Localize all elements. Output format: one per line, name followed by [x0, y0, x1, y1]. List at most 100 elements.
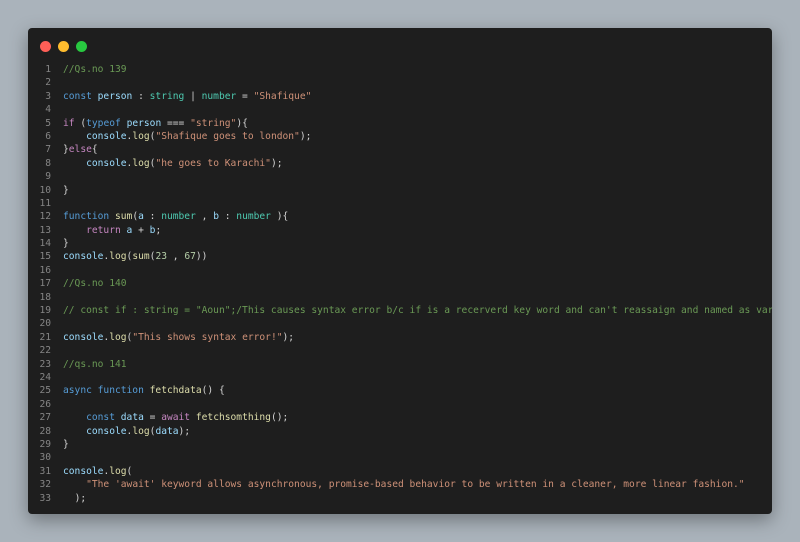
line-number: 19 [39, 305, 51, 317]
code-line: 24 [28, 371, 772, 384]
code-token: ); [282, 331, 295, 343]
code-token: = [143, 412, 162, 424]
line-text: return a + b; [51, 224, 772, 237]
close-dot-icon[interactable] [40, 41, 51, 52]
code-token: sum [114, 211, 133, 223]
code-line: 18 [28, 291, 772, 304]
line-text [51, 264, 772, 277]
code-token: console [86, 425, 127, 437]
code-token: console [86, 157, 127, 169]
line-number: 31 [39, 465, 51, 477]
line-text [51, 371, 772, 384]
code-token: fetchdata [149, 385, 202, 397]
line-number: 13 [39, 224, 51, 236]
code-token: number [236, 211, 271, 223]
code-token: , [195, 211, 214, 223]
line-text: const data = await fetchsomthing(); [51, 411, 772, 424]
code-token: const [63, 90, 98, 102]
code-token: sum [132, 251, 150, 263]
code-token: (); [270, 412, 289, 424]
code-token: ){ [236, 117, 248, 129]
code-token: log [132, 425, 150, 437]
line-text: // const if : string = "Aoun";/This caus… [51, 304, 772, 317]
code-token: fetchsomthing [195, 412, 271, 424]
code-token: //qs.no 141 [63, 358, 127, 370]
code-line: 5 if (typeof person === "string"){ [28, 117, 772, 130]
code-token: console [63, 331, 104, 343]
line-number: 24 [39, 371, 51, 383]
code-token: number [161, 211, 196, 223]
line-number: 27 [39, 412, 51, 424]
code-token: )) [195, 251, 208, 263]
code-line: 28 console.log(data); [28, 425, 772, 438]
code-line: 19 // const if : string = "Aoun";/This ca… [28, 304, 772, 317]
code-token: console [63, 465, 104, 477]
code-token: log [132, 130, 150, 142]
code-token: console [63, 251, 104, 263]
code-token: ){ [270, 211, 289, 223]
code-token: ); [270, 157, 283, 169]
line-number: 16 [39, 264, 51, 276]
code-token: person [126, 117, 162, 129]
line-text [51, 170, 772, 183]
line-number: 26 [39, 398, 51, 410]
line-number: 25 [39, 385, 51, 397]
code-token: , [167, 251, 185, 263]
code-line: 1 //Qs.no 139 [28, 63, 772, 76]
line-number: 32 [39, 479, 51, 491]
code-line: 17 //Qs.no 140 [28, 277, 772, 290]
line-text: ); [51, 492, 772, 505]
line-number: 2 [45, 77, 51, 89]
code-line: 26 [28, 398, 772, 411]
line-text: console.log("he goes to Karachi"); [51, 157, 772, 170]
line-text [51, 317, 772, 330]
line-number: 1 [45, 64, 51, 75]
code-token: "The 'await' keyword allows asynchronous… [86, 479, 745, 491]
code-token: return [86, 224, 121, 236]
line-text: const person : string | number = "Shafiq… [51, 90, 772, 103]
line-text: console.log(sum(23 , 67)) [51, 250, 772, 263]
line-text [51, 291, 772, 304]
line-text: //Qs.no 140 [51, 277, 772, 290]
line-text: "The 'await' keyword allows asynchronous… [51, 478, 772, 491]
code-line: 3 const person : string | number = "Shafi… [28, 90, 772, 103]
line-number: 20 [39, 318, 51, 330]
line-number: 12 [39, 211, 51, 223]
minimize-dot-icon[interactable] [58, 41, 69, 52]
line-number: 23 [39, 358, 51, 370]
code-line: 27 const data = await fetchsomthing(); [28, 411, 772, 424]
code-token: ; [155, 224, 162, 236]
code-token: "string" [190, 117, 237, 129]
line-text: //Qs.no 139 [51, 63, 772, 76]
code-line: 6 console.log("Shafique goes to london")… [28, 130, 772, 143]
code-line: 13 return a + b; [28, 224, 772, 237]
line-text [51, 398, 772, 411]
code-token: === [161, 117, 191, 129]
line-number: 17 [39, 278, 51, 290]
code-token: : [143, 211, 162, 223]
line-number: 28 [39, 425, 51, 437]
code-token: "This shows syntax error!" [132, 331, 283, 343]
line-text: } [51, 237, 772, 250]
code-token: const [86, 412, 121, 424]
code-token: 67 [184, 251, 196, 263]
code-line: 15 console.log(sum(23 , 67)) [28, 250, 772, 263]
line-text [51, 344, 772, 357]
maximize-dot-icon[interactable] [76, 41, 87, 52]
code-editor[interactable]: 1//Qs.no 139 2 3 const person : string | nu… [28, 63, 772, 505]
code-line: 20 [28, 317, 772, 330]
line-number: 30 [39, 452, 51, 464]
code-token: person [97, 90, 133, 102]
code-token: log [109, 251, 127, 263]
code-line: 2 [28, 76, 772, 89]
code-token: string [149, 90, 185, 102]
line-text: console.log("Shafique goes to london"); [51, 130, 772, 143]
code-line: 16 [28, 264, 772, 277]
line-number: 33 [39, 492, 51, 504]
line-text [51, 103, 772, 116]
code-token: ); [74, 492, 87, 504]
line-text: async function fetchdata() { [51, 384, 772, 397]
